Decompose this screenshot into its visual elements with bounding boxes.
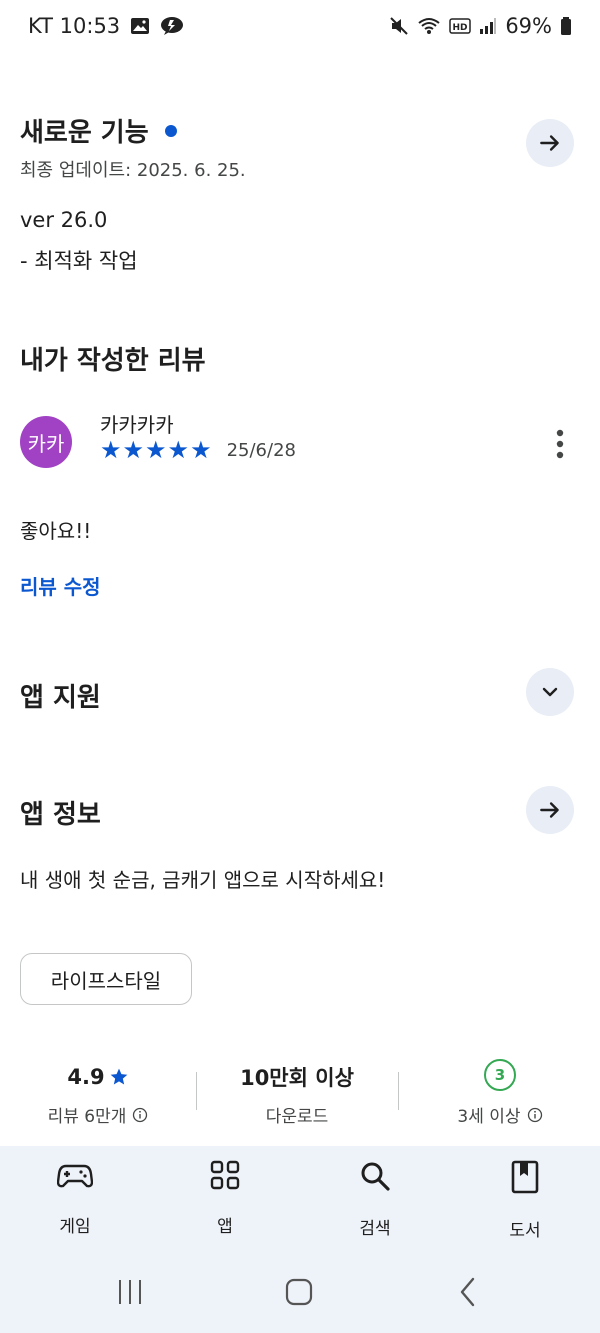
whats-new-title: 새로운 기능 <box>20 118 149 148</box>
review-date: 25/6/28 <box>226 439 296 461</box>
review-more-button[interactable] <box>540 424 580 464</box>
downloads-stat: 10만회 이상 다운로드 <box>207 1062 387 1127</box>
home-icon <box>285 1278 313 1306</box>
whats-new-arrow-button[interactable] <box>526 119 574 167</box>
hd-voice-icon: HD <box>449 18 472 34</box>
avatar: 카카 <box>20 416 72 468</box>
new-indicator-dot <box>164 124 177 137</box>
version-text: ver 26.0 <box>20 208 108 232</box>
chat-notification-icon <box>161 17 184 35</box>
downloads-label: 다운로드 <box>265 1107 329 1127</box>
status-bar: KT 10:53 HD 69% <box>0 0 600 56</box>
stat-divider <box>196 1072 197 1110</box>
svg-text:HD: HD <box>453 23 468 33</box>
rating-value: 4.9 <box>67 1065 105 1089</box>
age-rating-stat[interactable]: 3 3세 이상 <box>410 1059 590 1127</box>
stat-divider <box>398 1072 399 1110</box>
update-note: - 최적화 작업 <box>20 249 138 273</box>
rating-label: 리뷰 6만개 <box>47 1107 127 1127</box>
my-review-title: 내가 작성한 리뷰 <box>20 346 206 376</box>
nav-search[interactable]: 검색 <box>320 1160 430 1239</box>
info-icon <box>133 1107 148 1122</box>
app-support-expand-button[interactable] <box>526 668 574 716</box>
nav-books[interactable]: 도서 <box>470 1160 580 1241</box>
book-icon <box>511 1160 539 1194</box>
more-vert-icon <box>556 429 564 459</box>
battery-percent: 69% <box>505 14 552 38</box>
apps-grid-icon <box>210 1160 240 1190</box>
app-support-title: 앱 지원 <box>20 683 101 713</box>
downloads-value: 10만회 이상 <box>240 1066 354 1090</box>
nav-apps-label: 앱 <box>217 1217 233 1237</box>
signal-icon <box>480 18 497 34</box>
category-chip[interactable]: 라이프스타일 <box>20 953 192 1005</box>
app-info-arrow-button[interactable] <box>526 786 574 834</box>
nav-apps[interactable]: 앱 <box>170 1160 280 1237</box>
bottom-navigation: 게임 앱 검색 도서 <box>0 1146 600 1256</box>
nav-search-label: 검색 <box>359 1219 391 1239</box>
gamepad-icon <box>56 1164 94 1188</box>
back-button[interactable] <box>452 1276 484 1312</box>
info-icon <box>527 1107 542 1122</box>
edit-review-link[interactable]: 리뷰 수정 <box>20 571 101 600</box>
status-time: KT 10:53 <box>28 14 121 38</box>
avatar-initials: 카카 <box>27 431 65 456</box>
recent-apps-icon <box>119 1280 141 1304</box>
home-button[interactable] <box>283 1276 315 1312</box>
app-info-title: 앱 정보 <box>20 800 101 830</box>
battery-icon <box>561 17 571 35</box>
app-description: 내 생애 첫 순금, 금캐기 앱으로 시작하세요! <box>20 868 386 892</box>
arrow-right-icon <box>540 802 559 818</box>
nav-games[interactable]: 게임 <box>20 1160 130 1237</box>
nav-books-label: 도서 <box>509 1221 541 1241</box>
star-rating: ★★★★★ <box>100 436 213 464</box>
star-icon <box>110 1068 127 1085</box>
age-badge-value: 3 <box>494 1066 506 1084</box>
wifi-icon <box>418 18 440 34</box>
search-icon <box>361 1162 390 1191</box>
system-navigation-bar <box>0 1256 600 1333</box>
chevron-down-icon <box>542 687 558 697</box>
age-badge-icon: 3 <box>484 1059 516 1091</box>
back-icon <box>460 1277 475 1307</box>
review-text: 좋아요!! <box>20 519 92 543</box>
age-label: 3세 이상 <box>457 1107 521 1127</box>
arrow-right-icon <box>540 135 559 151</box>
gallery-notification-icon <box>131 18 150 34</box>
mute-icon <box>390 17 409 35</box>
review-username: 카카카카 <box>100 413 174 437</box>
category-chip-label: 라이프스타일 <box>50 968 162 993</box>
recent-apps-button[interactable] <box>114 1276 146 1312</box>
last-updated: 최종 업데이트: 2025. 6. 25. <box>20 160 246 181</box>
rating-stat[interactable]: 4.9 리뷰 6만개 <box>8 1062 188 1127</box>
review-meta: ★★★★★ 25/6/28 <box>100 436 296 464</box>
whats-new-header: 새로운 기능 <box>20 112 177 149</box>
nav-games-label: 게임 <box>59 1217 91 1237</box>
